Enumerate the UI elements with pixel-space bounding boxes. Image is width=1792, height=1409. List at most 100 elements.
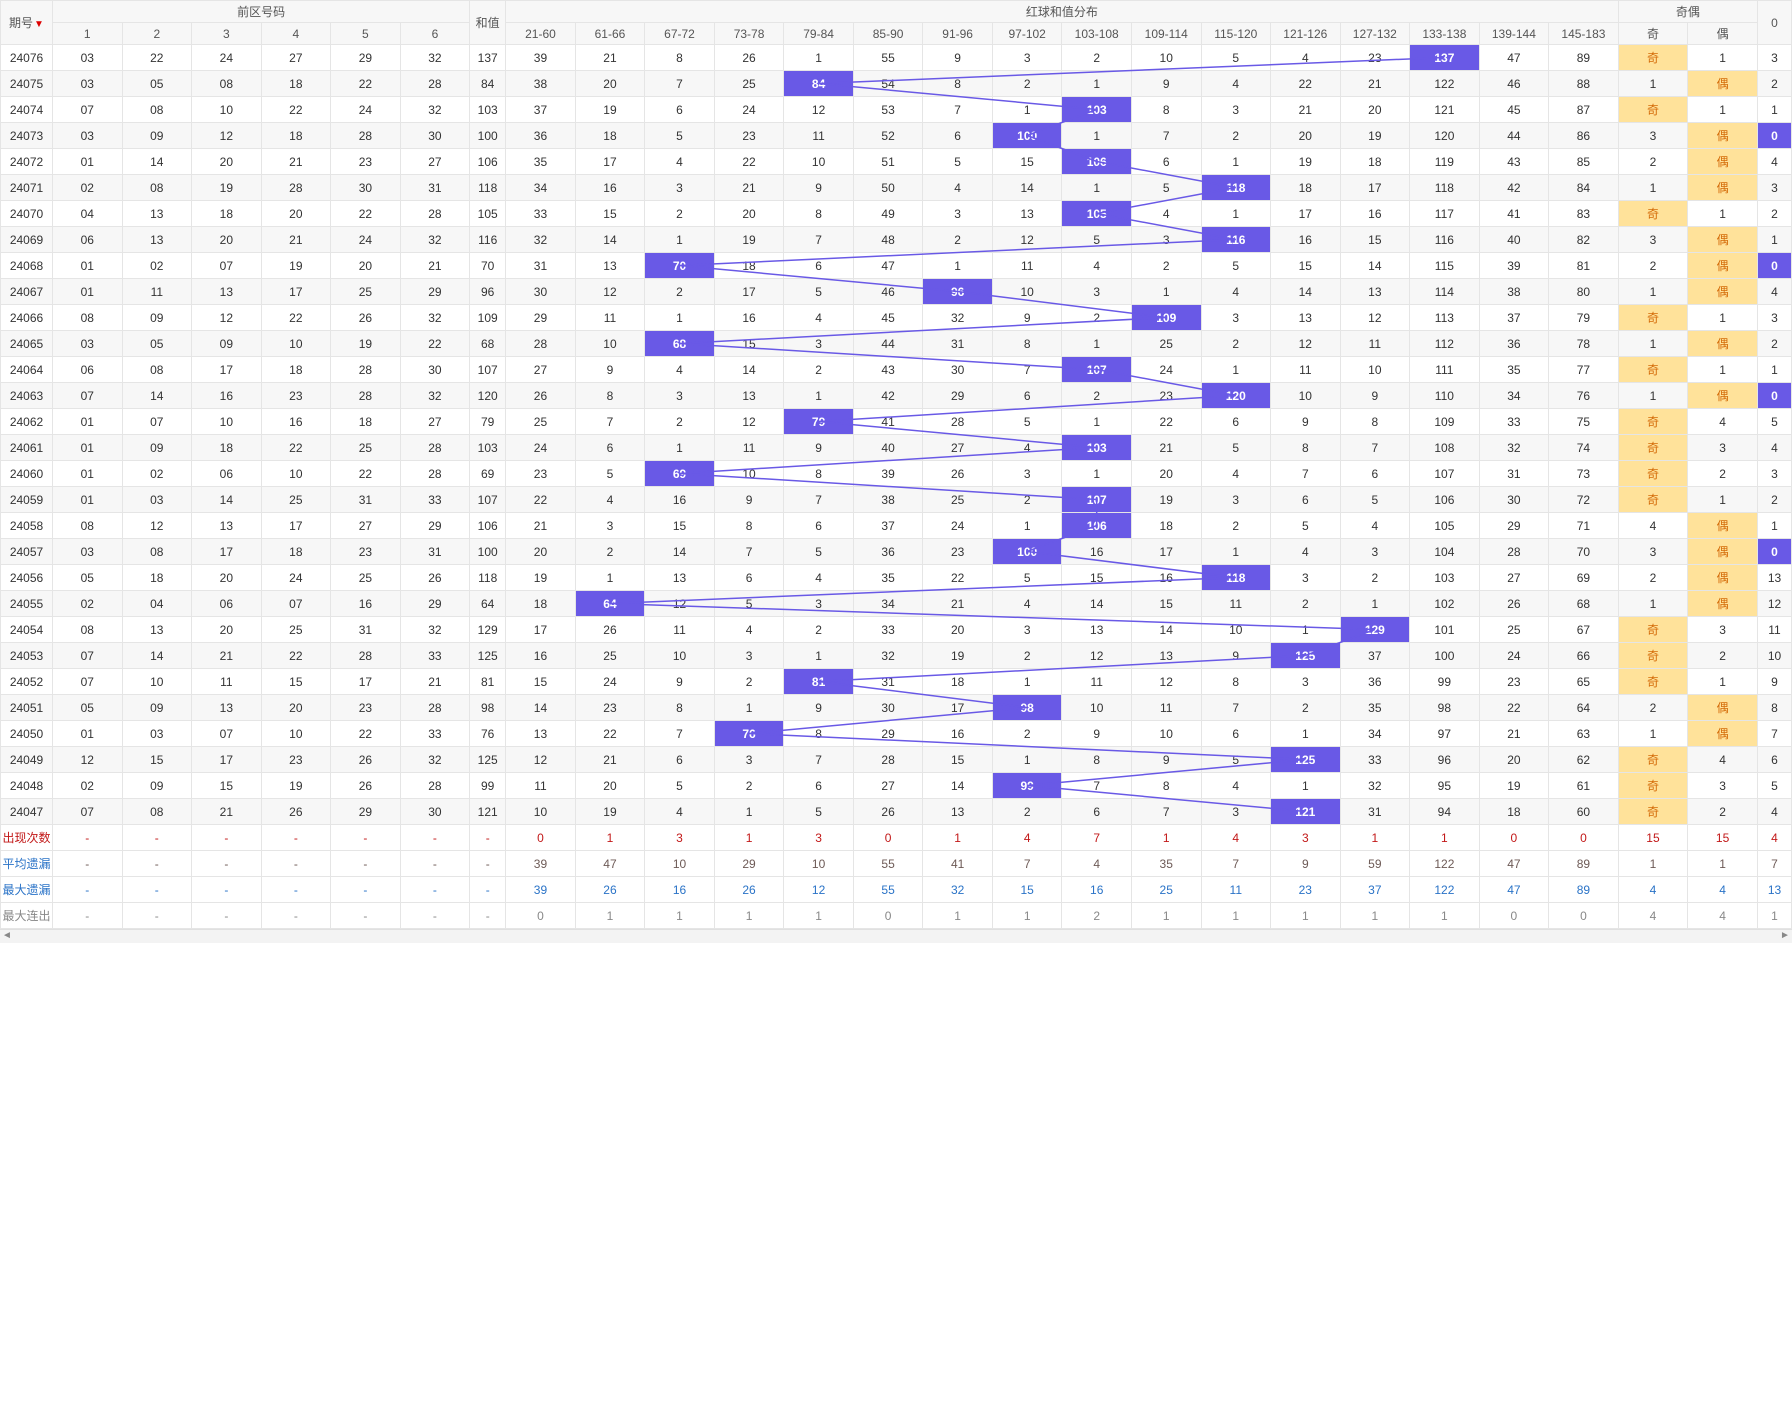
cell-num: 01 [53,149,123,175]
cell-num: 25 [261,617,331,643]
cell-even: 偶 [1688,565,1758,591]
cell-period: 24064 [1,357,53,383]
cell-dist: 5 [1062,227,1132,253]
cell-dist: 7 [1271,461,1341,487]
cell-dist: 37 [1340,643,1410,669]
cell-dist: 118 [1201,175,1271,201]
header-range-7: 97-102 [992,23,1062,45]
cell-dist: 17 [714,279,784,305]
stat-dist: 26 [714,877,784,903]
cell-dist: 24 [714,97,784,123]
cell-dist: 14 [923,773,993,799]
stat-dist: 1 [1271,903,1341,929]
cell-sum: 103 [470,435,506,461]
stat-dist: 29 [714,851,784,877]
cell-num: 21 [400,253,470,279]
cell-sum: 100 [470,123,506,149]
cell-num: 29 [400,513,470,539]
cell-num: 20 [192,617,262,643]
horizontal-scrollbar[interactable]: ◄ ► [0,929,1792,943]
header-num-6: 6 [400,23,470,45]
cell-num: 09 [122,123,192,149]
cell-even: 偶 [1688,383,1758,409]
table-row: 2406906132021243211632141197482125311616… [1,227,1792,253]
stat-oe: 1 [1688,851,1758,877]
header-period[interactable]: 期号▼ [1,1,53,45]
cell-even: 2 [1688,461,1758,487]
cell-dist: 5 [1201,253,1271,279]
stat-oe: 15 [1618,825,1688,851]
cell-num: 30 [400,357,470,383]
cell-dist: 5 [1201,747,1271,773]
cell-num: 28 [400,71,470,97]
cell-num: 20 [192,149,262,175]
cell-dist: 43 [1479,149,1549,175]
cell-dist: 31 [923,331,993,357]
cell-num: 28 [400,461,470,487]
cell-sum: 120 [470,383,506,409]
cell-num: 30 [331,175,401,201]
cell-dist: 19 [575,97,645,123]
stat-dist: 122 [1410,851,1480,877]
cell-odd: 奇 [1618,669,1688,695]
stat-dist: 10 [645,851,715,877]
cell-dist: 13 [1340,279,1410,305]
cell-dist: 25 [1131,331,1201,357]
cell-num: 06 [53,227,123,253]
cell-dist: 37 [853,513,923,539]
cell-dist: 103 [1062,97,1132,123]
cell-num: 16 [192,383,262,409]
cell-dist: 6 [1340,461,1410,487]
cell-sum: 118 [470,175,506,201]
cell-dist: 12 [784,97,854,123]
header-range-11: 121-126 [1271,23,1341,45]
header-range-15: 145-183 [1549,23,1619,45]
cell-sum: 69 [470,461,506,487]
cell-dist: 20 [714,201,784,227]
header-range-0: 21-60 [506,23,576,45]
stat-dist: 0 [506,825,576,851]
cell-dist: 96 [923,279,993,305]
cell-dist: 70 [645,253,715,279]
stat-dash: - [53,903,123,929]
cell-num: 17 [192,747,262,773]
cell-dist: 2 [784,617,854,643]
cell-dist: 104 [1410,539,1480,565]
cell-odd: 3 [1618,227,1688,253]
cell-dist: 19 [1340,123,1410,149]
cell-dist: 9 [992,305,1062,331]
scroll-right-icon[interactable]: ► [1778,930,1792,944]
cell-zero: 2 [1758,487,1792,513]
cell-dist: 8 [645,695,715,721]
stat-dist: 1 [714,825,784,851]
cell-dist: 118 [1410,175,1480,201]
cell-sum: 121 [470,799,506,825]
cell-dist: 7 [784,227,854,253]
cell-even: 1 [1688,487,1758,513]
cell-dist: 19 [575,799,645,825]
cell-dist: 23 [923,539,993,565]
cell-dist: 3 [992,617,1062,643]
cell-dist: 95 [1410,773,1480,799]
table-row: 2407201142021232710635174221051515106611… [1,149,1792,175]
header-range-5: 85-90 [853,23,923,45]
cell-dist: 15 [1131,591,1201,617]
cell-zero: 4 [1758,435,1792,461]
stat-zero: 7 [1758,851,1792,877]
table-stats: 出现次数-------013130147143110015154平均遗漏----… [1,825,1792,929]
cell-num: 06 [192,591,262,617]
cell-dist: 68 [645,331,715,357]
stat-row: 最大连出-------0111101121111100441 [1,903,1792,929]
cell-num: 18 [122,565,192,591]
cell-dist: 23 [714,123,784,149]
cell-sum: 109 [470,305,506,331]
scroll-left-icon[interactable]: ◄ [0,930,14,944]
cell-dist: 125 [1271,747,1341,773]
cell-dist: 2 [784,357,854,383]
cell-dist: 112 [1410,331,1480,357]
cell-dist: 97 [1410,721,1480,747]
cell-dist: 81 [784,669,854,695]
cell-odd: 奇 [1618,643,1688,669]
cell-num: 17 [331,669,401,695]
cell-sum: 107 [470,357,506,383]
